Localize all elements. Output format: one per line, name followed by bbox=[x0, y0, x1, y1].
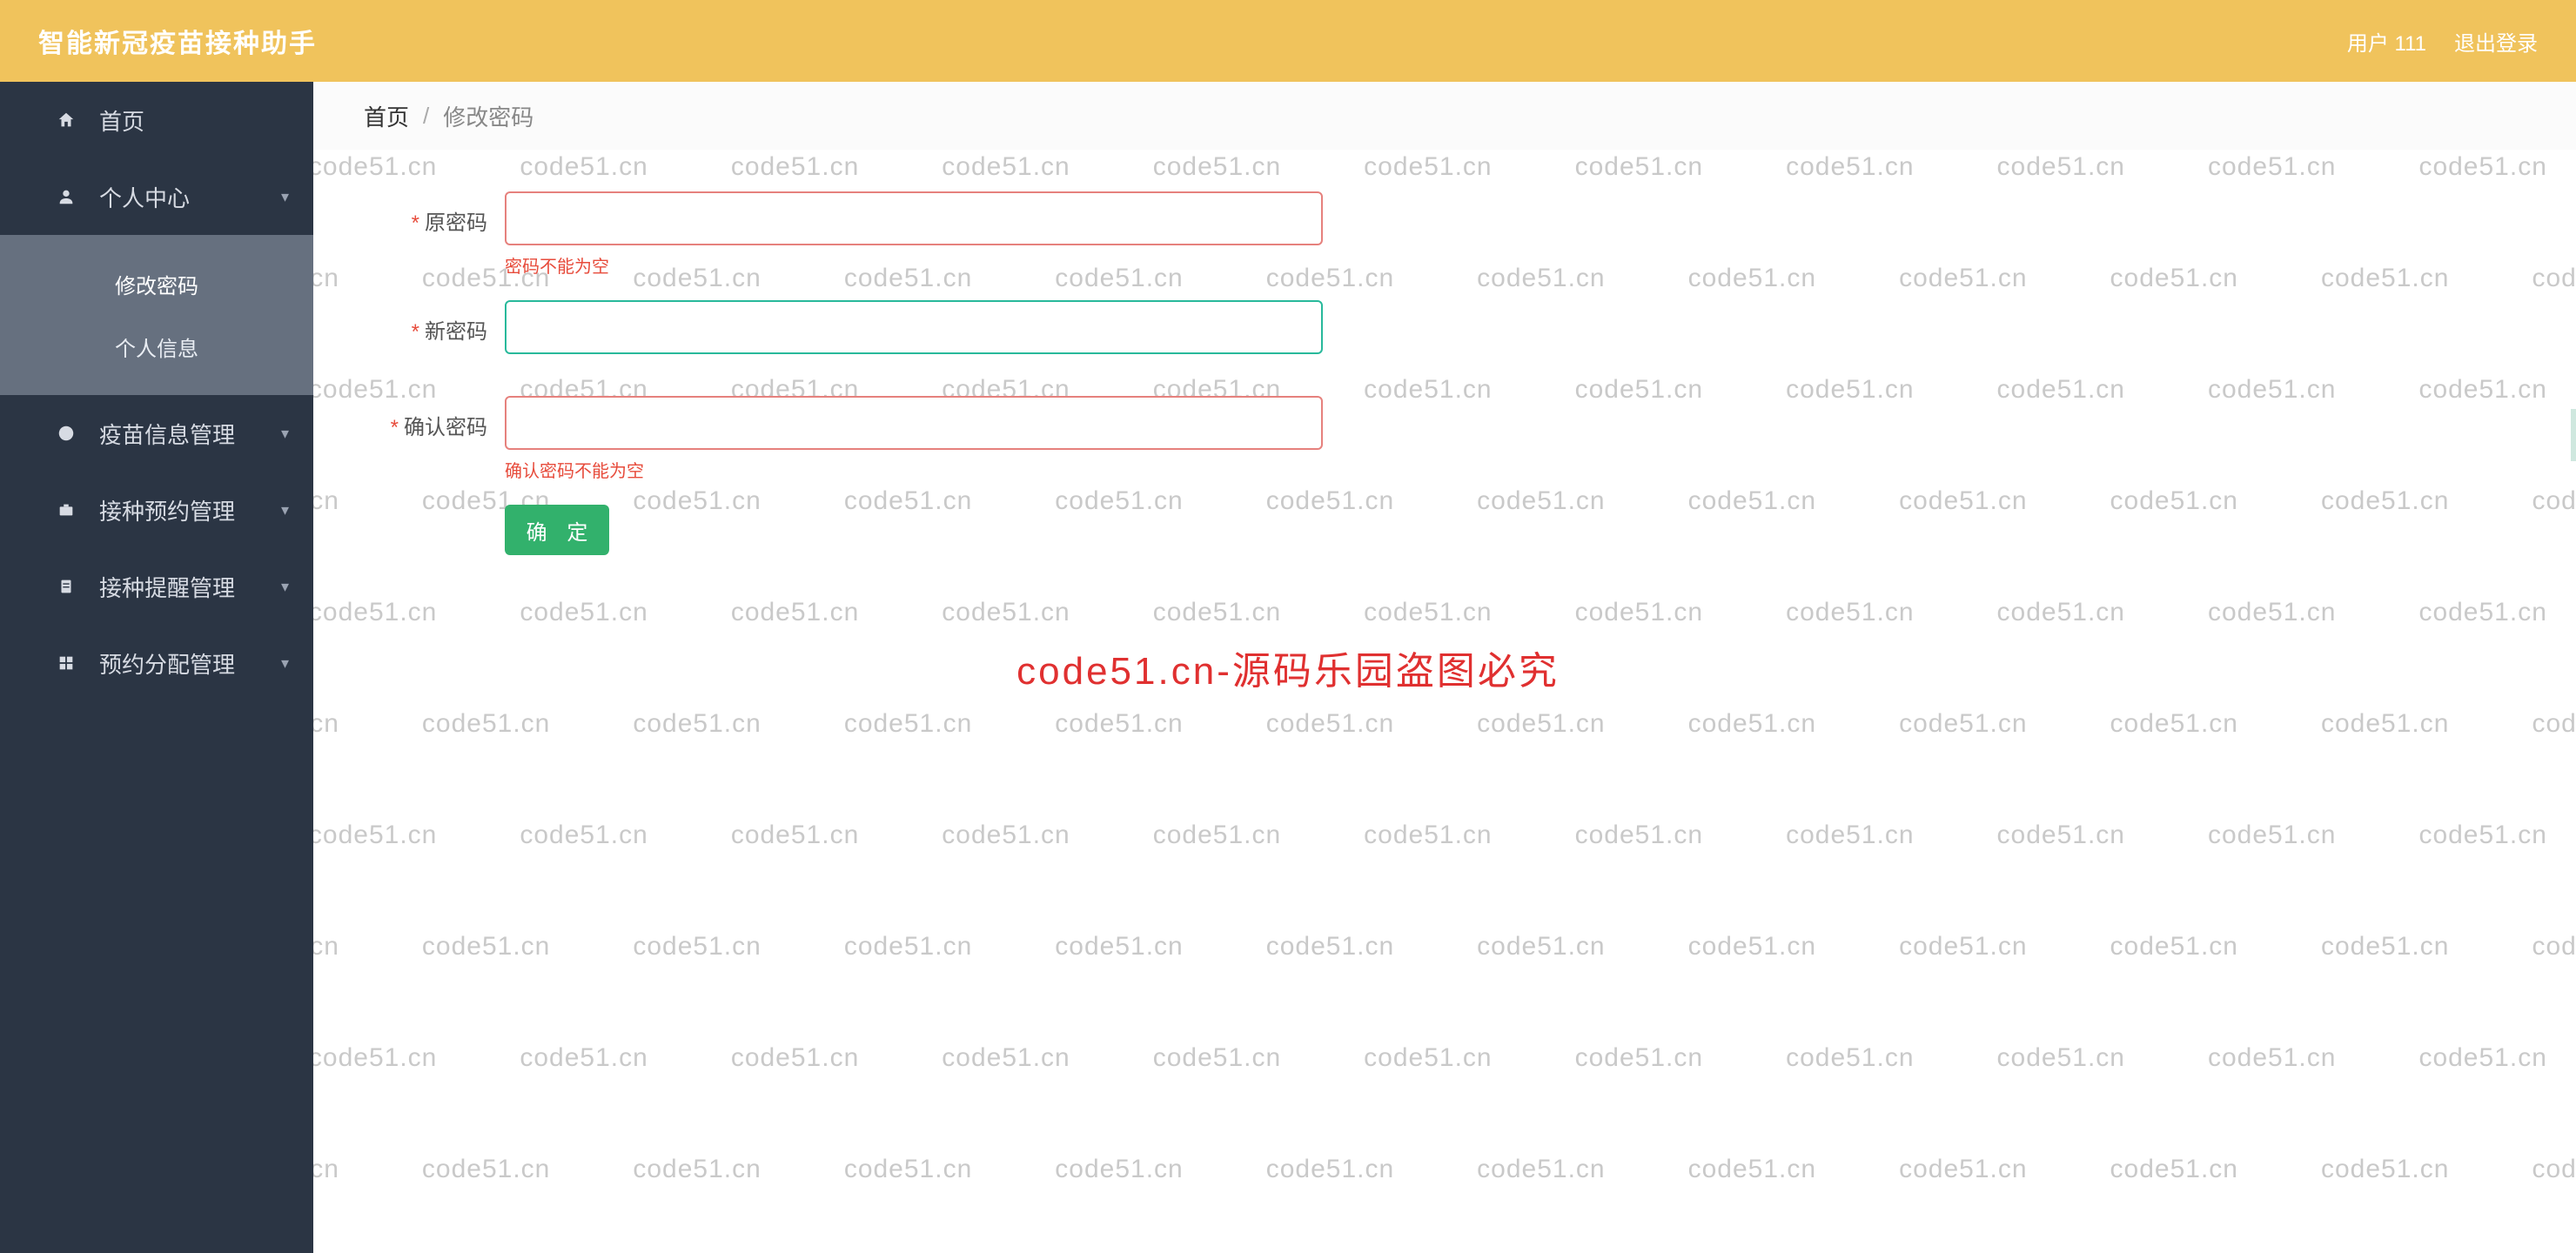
form-row-submit: 确 定 bbox=[366, 505, 2524, 555]
confirm-password-label: *确认密码 bbox=[366, 396, 505, 440]
required-mark: * bbox=[391, 416, 399, 439]
breadcrumb-home[interactable]: 首页 bbox=[364, 100, 409, 132]
new-password-hint bbox=[505, 361, 1323, 373]
sidebar-item-reminder[interactable]: 接种提醒管理 ▾ bbox=[0, 548, 313, 625]
chevron-down-icon: ▾ bbox=[281, 654, 289, 673]
document-icon bbox=[54, 574, 78, 599]
header-right: 用户 111 退出登录 bbox=[2347, 26, 2538, 57]
breadcrumb-sep: / bbox=[423, 103, 429, 130]
breadcrumb-current: 修改密码 bbox=[443, 100, 533, 132]
old-password-label: *原密码 bbox=[366, 191, 505, 236]
sidebar-item-personal[interactable]: 个人中心 ▾ bbox=[0, 158, 313, 235]
sidebar-subitem-change-password[interactable]: 修改密码 bbox=[0, 252, 313, 315]
sidebar-item-label: 首页 bbox=[99, 104, 144, 137]
sidebar-item-label: 个人中心 bbox=[99, 181, 190, 213]
submit-button[interactable]: 确 定 bbox=[505, 505, 609, 555]
form-row-old-password: *原密码 密码不能为空 bbox=[366, 191, 2524, 278]
user-icon bbox=[54, 184, 78, 209]
header-bar: 智能新冠疫苗接种助手 用户 111 退出登录 bbox=[0, 0, 2576, 82]
sidebar-item-distribution[interactable]: 预约分配管理 ▾ bbox=[0, 625, 313, 701]
sidebar-item-label: 预约分配管理 bbox=[99, 647, 235, 680]
confirm-password-error: 确认密码不能为空 bbox=[505, 457, 1323, 482]
old-password-error: 密码不能为空 bbox=[505, 252, 1323, 278]
sidebar-subitem-label: 个人信息 bbox=[115, 332, 198, 362]
change-password-form: *原密码 密码不能为空 *新密码 *确认密码 确认密码不能为空 bbox=[313, 150, 2576, 620]
app-title: 智能新冠疫苗接种助手 bbox=[38, 22, 317, 60]
chevron-down-icon: ▾ bbox=[281, 188, 289, 206]
old-password-input[interactable] bbox=[505, 191, 1323, 245]
sidebar-item-vaccine[interactable]: 疫苗信息管理 ▾ bbox=[0, 395, 313, 472]
sidebar-item-label: 接种预约管理 bbox=[99, 494, 235, 526]
sidebar-subitem-label: 修改密码 bbox=[115, 269, 198, 299]
form-row-confirm-password: *确认密码 确认密码不能为空 bbox=[366, 396, 2524, 482]
user-label[interactable]: 用户 111 bbox=[2347, 26, 2426, 57]
breadcrumb: 首页 / 修改密码 bbox=[313, 82, 2576, 150]
required-mark: * bbox=[412, 320, 419, 344]
chevron-down-icon: ▾ bbox=[281, 578, 289, 596]
sidebar-item-label: 接种提醒管理 bbox=[99, 571, 235, 603]
new-password-input[interactable] bbox=[505, 300, 1323, 354]
grid-icon bbox=[54, 651, 78, 675]
scrollbar-thumb[interactable] bbox=[2571, 409, 2576, 461]
home-icon bbox=[54, 108, 78, 132]
required-mark: * bbox=[412, 211, 419, 235]
sidebar-submenu-personal: 修改密码 个人信息 bbox=[0, 235, 313, 395]
sidebar: 首页 个人中心 ▾ 修改密码 个人信息 疫苗信息管理 ▾ 接种预约管理 ▾ 接种… bbox=[0, 82, 313, 1253]
sidebar-item-appointment[interactable]: 接种预约管理 ▾ bbox=[0, 472, 313, 548]
form-row-new-password: *新密码 bbox=[366, 300, 2524, 373]
logout-link[interactable]: 退出登录 bbox=[2454, 26, 2538, 57]
confirm-password-input[interactable] bbox=[505, 396, 1323, 450]
sidebar-subitem-profile[interactable]: 个人信息 bbox=[0, 315, 313, 378]
new-password-label: *新密码 bbox=[366, 300, 505, 345]
vaccine-icon bbox=[54, 421, 78, 446]
briefcase-icon bbox=[54, 498, 78, 522]
chevron-down-icon: ▾ bbox=[281, 501, 289, 519]
sidebar-item-label: 疫苗信息管理 bbox=[99, 418, 235, 450]
sidebar-item-home[interactable]: 首页 bbox=[0, 82, 313, 158]
chevron-down-icon: ▾ bbox=[281, 425, 289, 443]
main-content: 首页 / 修改密码 *原密码 密码不能为空 *新密码 bbox=[313, 82, 2576, 1253]
